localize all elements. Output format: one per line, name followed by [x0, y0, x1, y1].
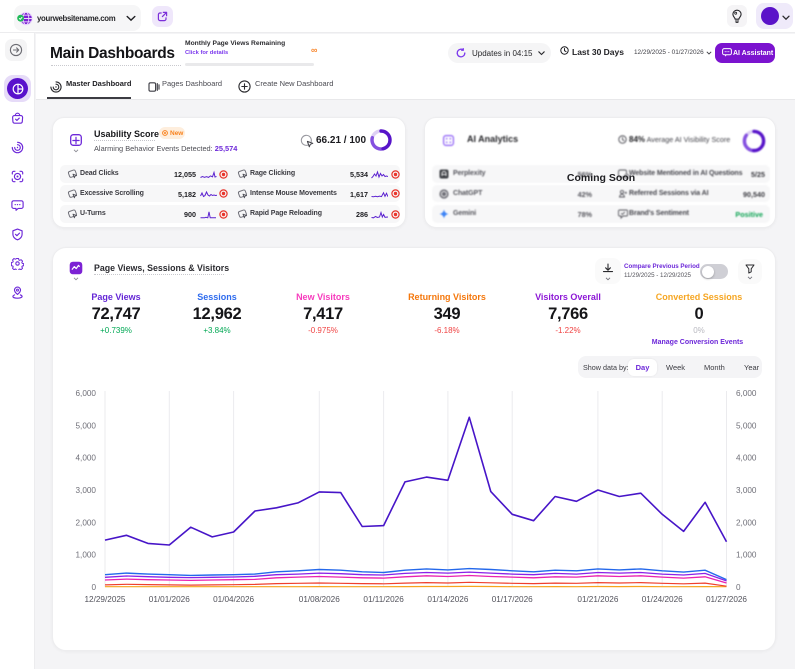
svg-text:01/17/2026: 01/17/2026: [492, 595, 533, 604]
svg-text:12/29/2025: 12/29/2025: [85, 595, 126, 604]
svg-text:0: 0: [736, 583, 741, 592]
svg-text:5,000: 5,000: [76, 421, 97, 430]
svg-text:4,000: 4,000: [76, 454, 97, 463]
svg-text:01/21/2026: 01/21/2026: [577, 595, 618, 604]
svg-text:4,000: 4,000: [736, 454, 757, 463]
svg-text:01/14/2026: 01/14/2026: [427, 595, 468, 604]
svg-text:3,000: 3,000: [736, 486, 757, 495]
svg-text:2,000: 2,000: [736, 518, 757, 527]
svg-text:2,000: 2,000: [76, 518, 97, 527]
svg-text:1,000: 1,000: [736, 551, 757, 560]
svg-text:01/27/2026: 01/27/2026: [706, 595, 747, 604]
svg-text:3,000: 3,000: [76, 486, 97, 495]
svg-text:01/08/2026: 01/08/2026: [299, 595, 340, 604]
svg-text:5,000: 5,000: [736, 421, 757, 430]
svg-text:0: 0: [91, 583, 96, 592]
svg-text:01/24/2026: 01/24/2026: [642, 595, 683, 604]
svg-text:1,000: 1,000: [76, 551, 97, 560]
svg-text:01/01/2026: 01/01/2026: [149, 595, 190, 604]
svg-text:6,000: 6,000: [76, 389, 97, 398]
svg-text:01/04/2026: 01/04/2026: [213, 595, 254, 604]
svg-text:6,000: 6,000: [736, 389, 757, 398]
svg-text:01/11/2026: 01/11/2026: [363, 595, 404, 604]
